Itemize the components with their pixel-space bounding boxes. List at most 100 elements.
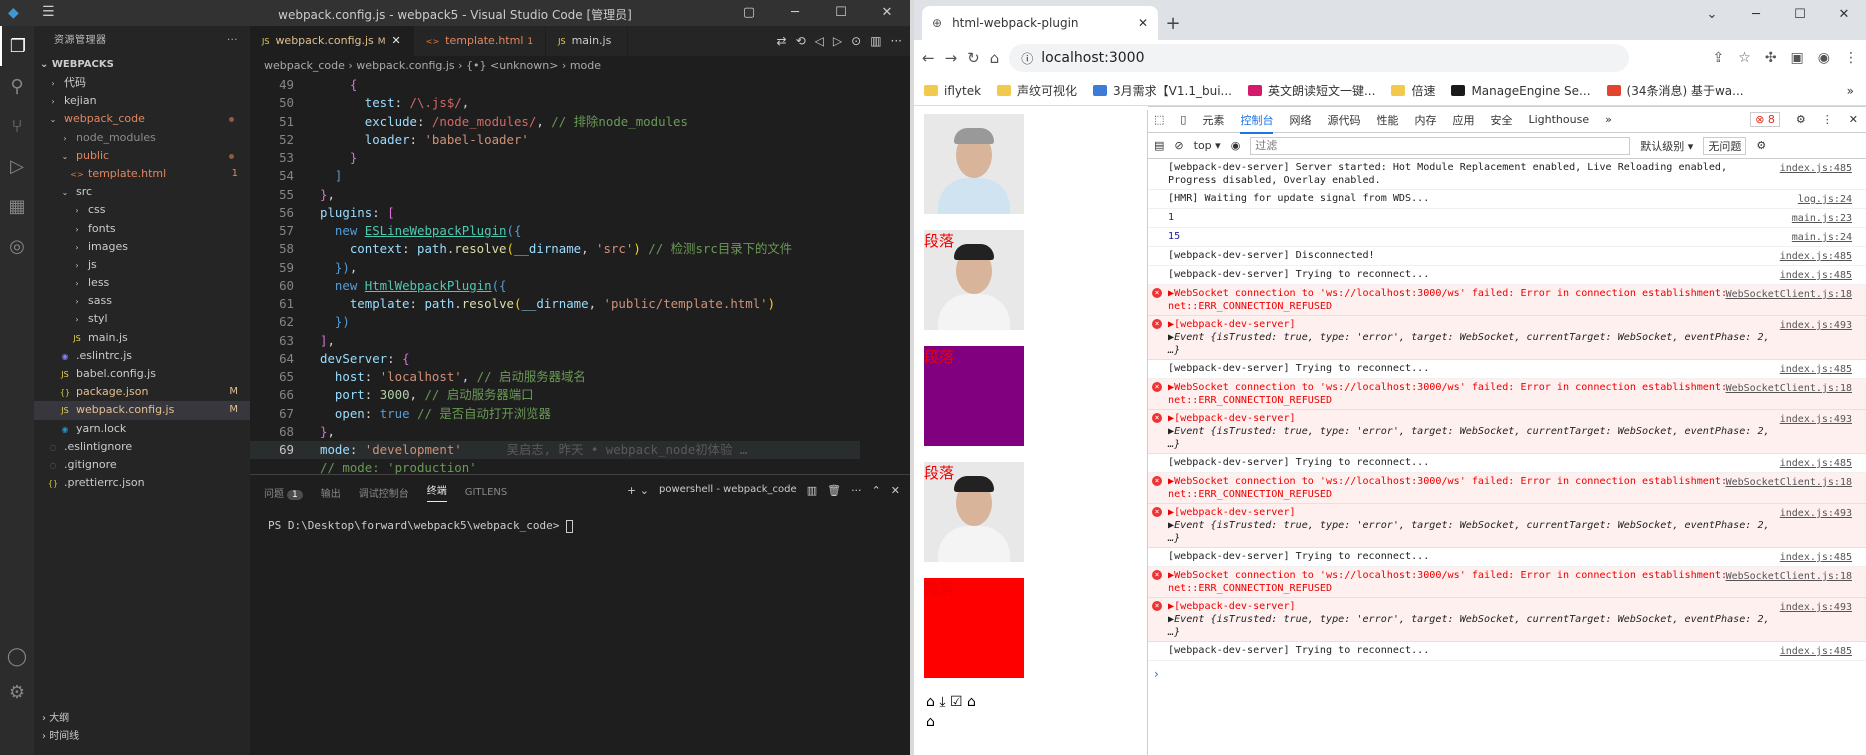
next-change-icon[interactable]: ▷ [833,34,842,48]
sidebar-toggle-icon[interactable]: ▤ [1154,139,1164,152]
terminal-name[interactable]: powershell - webpack_code [659,484,797,497]
log-message[interactable]: ▶WebSocket connection to 'ws://localhost… [1168,287,1776,313]
devtools-tab[interactable]: 网络 [1289,112,1311,128]
devtools-close-icon[interactable]: ✕ [1849,113,1858,126]
log-source-link[interactable]: main.js:23 [1792,212,1852,225]
run-debug-icon[interactable]: ▷ [0,146,34,186]
editor-tab[interactable]: <> template.html 1 [414,26,547,56]
reload-icon[interactable]: ↻ [967,49,980,67]
close-panel-icon[interactable]: ✕ [891,484,900,497]
maximize-button[interactable]: ☐ [818,0,864,26]
devtools-tab[interactable]: 安全 [1490,112,1512,128]
bookmark-item[interactable]: 3月需求【V1.1_bui... [1093,82,1232,99]
history-icon[interactable]: ⟲ [796,34,806,48]
more-tabs-icon[interactable]: » [1605,113,1612,126]
log-source-link[interactable]: index.js:493 [1780,601,1852,614]
log-message[interactable]: [webpack-dev-server] Disconnected! [1168,249,1776,262]
tree-item[interactable]: {} package.json M [34,383,250,401]
devtools-tab[interactable]: 控制台 [1240,106,1274,134]
log-source-link[interactable]: index.js:493 [1780,413,1852,426]
close-tab-icon[interactable]: ✕ [1138,16,1148,30]
editor-more-icon[interactable]: ··· [891,34,902,48]
tree-item[interactable]: › kejian [34,92,250,110]
filter-input[interactable]: 过滤 [1250,136,1631,155]
tree-item[interactable]: › sass [34,292,250,310]
new-terminal-icon[interactable]: + ⌄ [627,484,649,497]
log-source-link[interactable]: WebSocketClient.js:18 [1726,288,1852,301]
minimize-button[interactable]: ─ [1734,0,1778,30]
level-select[interactable]: 默认级别 ▾ [1640,138,1693,154]
devtools-tab[interactable]: 元素 [1202,112,1224,128]
extensions-icon[interactable]: ▦ [0,186,34,226]
inspect-icon[interactable]: ⬚ [1154,113,1164,126]
devtools-tab[interactable]: 内存 [1414,112,1436,128]
more-bookmarks-icon[interactable]: » [1847,84,1854,98]
log-message[interactable]: [webpack-dev-server] Trying to reconnect… [1168,362,1776,375]
forward-icon[interactable]: → [945,49,958,67]
close-button[interactable]: ✕ [864,0,910,26]
event-object[interactable]: ▶Event {isTrusted: true, type: 'error', … [1168,425,1776,451]
devtools-tab[interactable]: Lighthouse [1528,113,1589,126]
log-source-link[interactable]: WebSocketClient.js:18 [1726,382,1852,395]
console-settings-icon[interactable]: ⚙ [1756,139,1766,152]
address-bar[interactable]: ⓘ localhost:3000 [1009,44,1630,72]
log-message[interactable]: ▶WebSocket connection to 'ws://localhost… [1168,569,1776,595]
site-info-icon[interactable]: ⓘ [1021,50,1033,67]
log-source-link[interactable]: index.js:485 [1780,162,1852,175]
extensions-icon[interactable]: ✣ [1765,50,1777,66]
log-source-link[interactable]: index.js:493 [1780,319,1852,332]
bookmark-item[interactable]: 倍速 [1391,82,1435,99]
log-source-link[interactable]: index.js:485 [1780,645,1852,658]
tree-item[interactable]: › css [34,201,250,219]
home-icon[interactable]: ⌂ [990,49,1000,67]
profile-avatar[interactable]: ◉ [1818,50,1830,66]
log-message[interactable]: [webpack-dev-server] Trying to reconnect… [1168,550,1776,563]
maximize-panel-icon[interactable]: ⌃ [872,484,881,497]
tree-item[interactable]: › 代码 [34,74,250,92]
log-message[interactable]: ▶WebSocket connection to 'ws://localhost… [1168,475,1776,501]
log-message[interactable]: [webpack-dev-server] Trying to reconnect… [1168,644,1776,657]
close-button[interactable]: ✕ [1822,0,1866,30]
log-source-link[interactable]: log.js:24 [1798,193,1852,206]
tree-item[interactable]: › styl [34,310,250,328]
search-icon[interactable]: ⚲ [0,66,34,106]
tree-item[interactable]: ◉ .eslintrc.js [34,347,250,365]
bookmark-item[interactable]: 英文朗读短文一键... [1247,82,1375,99]
log-source-link[interactable]: WebSocketClient.js:18 [1726,476,1852,489]
tree-item[interactable]: › fonts [34,220,250,238]
tree-item[interactable]: ⌄ webpack_code [34,110,250,128]
tree-item[interactable]: › node_modules [34,129,250,147]
devtools-tab[interactable]: 应用 [1452,112,1474,128]
panel-tab[interactable]: 终端 [426,482,447,502]
tree-item[interactable]: › less [34,274,250,292]
log-source-link[interactable]: index.js:485 [1780,250,1852,263]
tab-search-icon[interactable]: ⌄ [1690,0,1734,30]
layout-toggle-icon[interactable]: ▢ [726,0,772,26]
editor-tab[interactable]: JS webpack.config.js M ✕ [250,26,414,56]
log-source-link[interactable]: index.js:485 [1780,363,1852,376]
workspace-root[interactable]: ⌄ WEBPACKS [34,56,250,74]
console-prompt[interactable]: › [1148,661,1866,681]
device-toolbar-icon[interactable]: ▯ [1180,113,1186,126]
event-object[interactable]: ▶Event {isTrusted: true, type: 'error', … [1168,519,1776,545]
split-terminal-icon[interactable]: ▥ [807,484,817,497]
tree-item[interactable]: ⌄ public [34,147,250,165]
log-source-link[interactable]: main.js:24 [1792,231,1852,244]
back-icon[interactable]: ← [922,49,935,67]
tree-item[interactable]: JS babel.config.js [34,365,250,383]
tree-item[interactable]: ◉ yarn.lock [34,420,250,438]
account-icon[interactable]: ◯ [0,636,34,676]
share-icon[interactable]: ⇪ [1713,50,1725,66]
log-source-link[interactable]: index.js:485 [1780,551,1852,564]
tree-item[interactable]: ◌ .gitignore [34,456,250,474]
breadcrumb[interactable]: webpack_code › webpack.config.js › {•} <… [250,56,910,76]
close-tab-icon[interactable]: ✕ [392,34,401,47]
log-source-link[interactable]: index.js:493 [1780,507,1852,520]
live-expression-icon[interactable]: ◉ [1231,139,1241,152]
log-message[interactable]: [webpack-dev-server] Server started: Hot… [1168,161,1776,187]
tree-item[interactable]: ⌄ src [34,183,250,201]
browser-tab[interactable]: ⊕ html-webpack-plugin ✕ [922,6,1158,40]
blame-icon[interactable]: ⊙ [851,34,861,48]
tree-item[interactable]: <> template.html 1 [34,165,250,183]
explorer-icon[interactable]: ❐ [0,26,34,66]
